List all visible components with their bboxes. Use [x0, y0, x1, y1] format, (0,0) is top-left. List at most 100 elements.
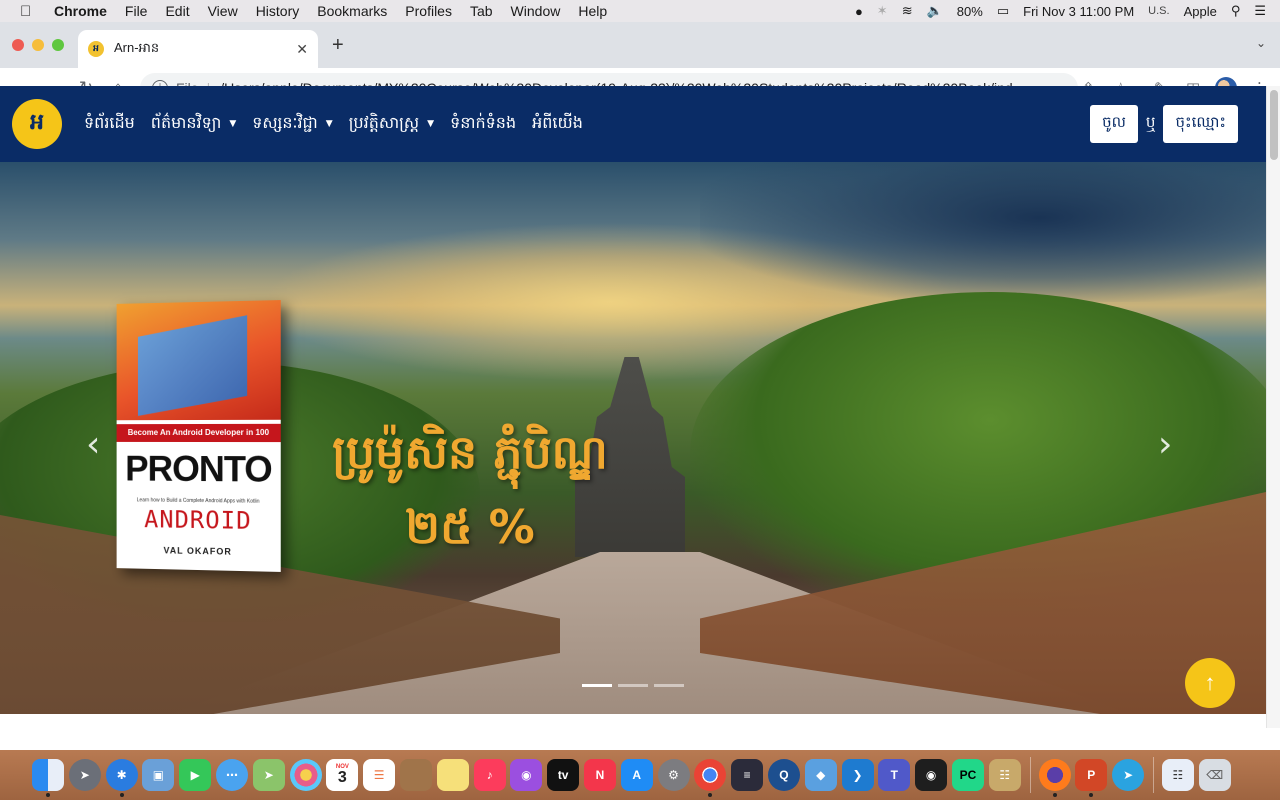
- nav-home-label: ទំព័រដើម: [84, 112, 135, 136]
- menu-file[interactable]: File: [125, 3, 148, 19]
- dock-quicktime-icon[interactable]: Q: [768, 759, 800, 791]
- tab-search-icon[interactable]: ⌄: [1256, 36, 1266, 50]
- dock-reminders-icon[interactable]: ☰: [363, 759, 395, 791]
- volume-icon[interactable]: 🔈: [927, 3, 943, 19]
- spotlight-search-icon[interactable]: ⚲: [1231, 3, 1241, 19]
- dock-system-preferences-icon[interactable]: ⚙: [658, 759, 690, 791]
- carousel-indicator-2[interactable]: [618, 684, 648, 687]
- nav-about[interactable]: អំពីយើង: [532, 112, 583, 136]
- clock[interactable]: Fri Nov 3 11:00 PM: [1023, 4, 1134, 19]
- carousel-indicator-1[interactable]: [582, 684, 612, 687]
- menu-bar:  Chrome File Edit View History Bookmark…: [0, 0, 1280, 22]
- login-button[interactable]: ចូល: [1090, 105, 1138, 143]
- back-to-top-button[interactable]: ↑: [1185, 658, 1235, 708]
- page-scrollbar[interactable]: [1266, 86, 1280, 728]
- dock-chrome-icon[interactable]: [694, 759, 726, 791]
- calendar-day: 3: [338, 770, 347, 786]
- dock-sublime-icon[interactable]: ≡: [731, 759, 763, 791]
- nav-it[interactable]: ព័ត៌មានវិទ្យា ▼: [151, 112, 236, 136]
- dock-powerpoint-icon[interactable]: P: [1075, 759, 1107, 791]
- creative-cloud-icon[interactable]: ●: [855, 4, 863, 19]
- dock-documents-icon[interactable]: ☷: [1162, 759, 1194, 791]
- nav-about-label: អំពីយើង: [532, 112, 583, 136]
- site-logo[interactable]: អ: [12, 99, 62, 149]
- nav-philosophy[interactable]: ទស្សនៈវិជ្ជា ▼: [252, 112, 332, 136]
- dock-divider: [1030, 757, 1031, 793]
- book-android-logo: ANDROID: [117, 505, 281, 535]
- menu-tab[interactable]: Tab: [470, 3, 493, 19]
- fullscreen-window-button[interactable]: [52, 39, 64, 51]
- dock-teams-icon[interactable]: T: [878, 759, 910, 791]
- status-menus: ● ✶ ≋ 🔈 80% ▭ Fri Nov 3 11:00 PM U.S. Ap…: [855, 0, 1280, 22]
- menu-edit[interactable]: Edit: [165, 3, 189, 19]
- nav-home[interactable]: ទំព័រដើម: [84, 112, 135, 136]
- dock-finder-icon[interactable]: [32, 759, 64, 791]
- dock-figma-icon[interactable]: ◉: [915, 759, 947, 791]
- dock-calendar-icon[interactable]: NOV 3: [326, 759, 358, 791]
- dock-launchpad-icon[interactable]: ➤: [69, 759, 101, 791]
- book-title: PRONTO: [117, 448, 281, 491]
- wifi-icon[interactable]: ≋: [902, 3, 913, 19]
- book-cover-image[interactable]: Become An Android Developer in 100 Days!…: [117, 300, 281, 572]
- nav-contact[interactable]: ទំនាក់ទំនង: [450, 112, 516, 136]
- input-source[interactable]: U.S.: [1148, 5, 1169, 17]
- arrow-up-icon: ↑: [1205, 670, 1216, 696]
- tab-close-icon[interactable]: ✕: [296, 41, 308, 58]
- tab-strip: អ Arn-អាន ✕ + ⌄: [0, 22, 1280, 68]
- dock-pycharm-icon[interactable]: PC: [952, 759, 984, 791]
- hero-clouds: [700, 162, 1266, 302]
- apple-menu-icon[interactable]: : [20, 3, 36, 20]
- dock-trash-icon[interactable]: ⌫: [1199, 759, 1231, 791]
- chevron-right-icon[interactable]: ›: [1158, 424, 1172, 465]
- dock-music-icon[interactable]: ♪: [474, 759, 506, 791]
- dock-podcasts-icon[interactable]: ◉: [510, 759, 542, 791]
- dock-virtualbox-icon[interactable]: ◆: [805, 759, 837, 791]
- nav-contact-label: ទំនាក់ទំនង: [450, 112, 516, 136]
- dock-app-store-icon[interactable]: A: [621, 759, 653, 791]
- minimize-window-button[interactable]: [32, 39, 44, 51]
- menu-app-name[interactable]: Chrome: [54, 3, 107, 19]
- dock-facetime-icon[interactable]: ▶: [179, 759, 211, 791]
- auth-buttons: ចូល ឬ ចុះឈ្មោះ: [1090, 105, 1238, 143]
- dock-stickies-icon[interactable]: [437, 759, 469, 791]
- bluetooth-icon[interactable]: ✶: [877, 3, 888, 19]
- menu-bookmarks[interactable]: Bookmarks: [317, 3, 387, 19]
- dock-vscode-icon[interactable]: ❯: [842, 759, 874, 791]
- dock-news-icon[interactable]: N: [584, 759, 616, 791]
- menu-profiles[interactable]: Profiles: [405, 3, 452, 19]
- menu-view[interactable]: View: [208, 3, 238, 19]
- user-name[interactable]: Apple: [1184, 4, 1217, 19]
- menu-history[interactable]: History: [256, 3, 300, 19]
- close-window-button[interactable]: [12, 39, 24, 51]
- dock-messages-icon[interactable]: ⋯: [216, 759, 248, 791]
- dock-safari-icon[interactable]: ✱: [106, 759, 138, 791]
- tab-title: Arn-អាន: [114, 40, 296, 59]
- book-banner: Become An Android Developer in 100 Days!: [117, 424, 281, 442]
- dock-firefox-icon[interactable]: [1039, 759, 1071, 791]
- scrollbar-thumb[interactable]: [1270, 90, 1278, 160]
- menu-window[interactable]: Window: [511, 3, 561, 19]
- dock-notes-icon[interactable]: [400, 759, 432, 791]
- dock-preview-icon[interactable]: ▣: [142, 759, 174, 791]
- dock-tv-icon[interactable]: tv: [547, 759, 579, 791]
- register-button[interactable]: ចុះឈ្មោះ: [1163, 105, 1238, 143]
- promo-discount: ២៥ %: [290, 499, 650, 566]
- book-author: VAL OKAFOR: [117, 544, 281, 557]
- battery-percent[interactable]: 80%: [957, 4, 983, 19]
- dock-photos-icon[interactable]: [290, 759, 322, 791]
- book-subtitle: Learn how to Build a Complete Android Ap…: [117, 497, 281, 505]
- dock-telegram-icon[interactable]: ➤: [1112, 759, 1144, 791]
- battery-icon[interactable]: ▭: [997, 3, 1009, 19]
- carousel-indicator-3[interactable]: [654, 684, 684, 687]
- caret-down-icon: ▼: [326, 119, 333, 129]
- new-tab-icon[interactable]: +: [332, 34, 344, 57]
- chevron-left-icon[interactable]: ‹: [86, 424, 100, 465]
- menu-help[interactable]: Help: [578, 3, 607, 19]
- nav-history[interactable]: ប្រវត្តិសាស្ត្រ ▼: [349, 112, 434, 136]
- promo-title: ប្រូម៉ូសិន ភ្ជុំបិណ្ឌ: [290, 424, 650, 491]
- browser-tab[interactable]: អ Arn-អាន ✕: [78, 30, 318, 68]
- dock-maps-icon[interactable]: ➤: [253, 759, 285, 791]
- dock: ➤ ✱ ▣ ▶ ⋯ ➤ NOV 3 ☰ ♪ ◉ tv N A ⚙ ≡ Q ◆ ❯…: [0, 750, 1280, 800]
- dock-archive-icon[interactable]: ☷: [989, 759, 1021, 791]
- control-center-icon[interactable]: ☰: [1254, 3, 1266, 19]
